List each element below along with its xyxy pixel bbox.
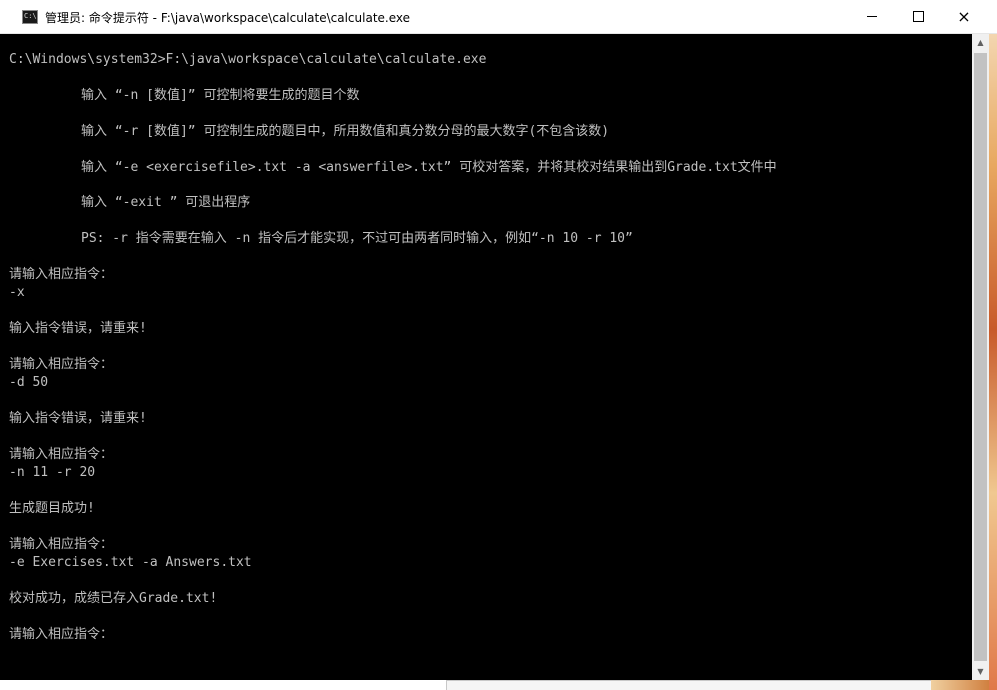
console-line: -x bbox=[9, 285, 25, 300]
console-line: 请输入相应指令： bbox=[9, 447, 114, 462]
background-image-edge bbox=[931, 680, 989, 690]
maximize-button[interactable] bbox=[895, 0, 941, 33]
console-line: PS: -r 指令需要在输入 -n 指令后才能实现，不过可由两者同时输入，例如“… bbox=[81, 231, 633, 246]
cmd-icon-label: C:\ bbox=[24, 12, 37, 20]
console-line: 输入指令错误，请重来! bbox=[9, 321, 147, 336]
cmd-window: C:\ 管理员: 命令提示符 - F:\java\workspace\calcu… bbox=[0, 0, 997, 690]
cmd-icon: C:\ bbox=[22, 10, 38, 24]
console-line: 输入 “-e <exercisefile>.txt -a <answerfile… bbox=[81, 160, 777, 175]
console-line: 请输入相应指令： bbox=[9, 627, 114, 642]
console-line: 生成题目成功! bbox=[9, 501, 95, 516]
console-line: C:\Windows\system32>F:\java\workspace\ca… bbox=[9, 52, 487, 67]
minimize-button[interactable] bbox=[849, 0, 895, 33]
minimize-icon bbox=[867, 16, 877, 17]
console-line: -e Exercises.txt -a Answers.txt bbox=[9, 555, 252, 570]
title-bar[interactable]: C:\ 管理员: 命令提示符 - F:\java\workspace\calcu… bbox=[0, 0, 997, 34]
console-line: 输入 “-n [数值]” 可控制将要生成的题目个数 bbox=[81, 88, 360, 103]
console-line: -n 11 -r 20 bbox=[9, 465, 96, 480]
console-line: 输入 “-exit ” 可退出程序 bbox=[81, 195, 251, 210]
console-line: 请输入相应指令： bbox=[9, 537, 114, 552]
background-window-edge bbox=[989, 34, 997, 690]
console-line: -d 50 bbox=[9, 375, 49, 390]
console-line: 请输入相应指令： bbox=[9, 357, 114, 372]
vertical-scrollbar[interactable]: ▲ ▼ bbox=[972, 34, 989, 680]
maximize-icon bbox=[912, 11, 924, 22]
scroll-up-icon[interactable]: ▲ bbox=[972, 34, 989, 51]
scroll-down-icon[interactable]: ▼ bbox=[972, 663, 989, 680]
close-button[interactable]: × bbox=[941, 0, 987, 33]
close-icon: × bbox=[957, 6, 971, 26]
console-line: 输入指令错误，请重来! bbox=[9, 411, 147, 426]
window-title: 管理员: 命令提示符 - F:\java\workspace\calculate… bbox=[45, 11, 411, 25]
background-window-panel bbox=[446, 680, 931, 690]
console-line: 校对成功，成绩已存入Grade.txt! bbox=[9, 591, 218, 606]
console-output[interactable]: C:\Windows\system32>F:\java\workspace\ca… bbox=[0, 34, 972, 680]
scroll-thumb[interactable] bbox=[974, 53, 987, 661]
console-line: 输入 “-r [数值]” 可控制生成的题目中，所用数值和真分数分母的最大数字(不… bbox=[81, 124, 610, 139]
console-line: 请输入相应指令： bbox=[9, 267, 114, 282]
